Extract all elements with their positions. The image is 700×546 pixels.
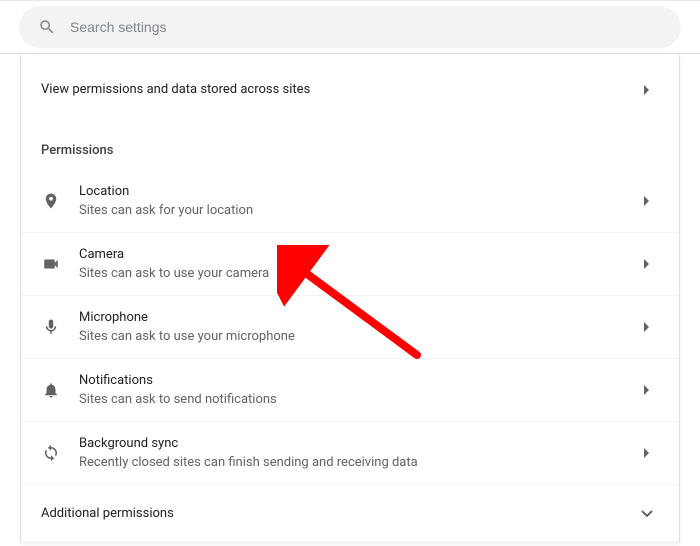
search-input[interactable] xyxy=(70,19,662,35)
permission-notifications[interactable]: Notifications Sites can ask to send noti… xyxy=(21,358,679,421)
chevron-right-icon xyxy=(635,85,659,95)
permission-camera[interactable]: Camera Sites can ask to use your camera xyxy=(21,232,679,295)
view-all-sites-label: View permissions and data stored across … xyxy=(41,82,635,97)
permission-background-sync[interactable]: Background sync Recently closed sites ca… xyxy=(21,421,679,484)
chevron-right-icon xyxy=(635,448,659,458)
permissions-header: Permissions xyxy=(21,125,679,169)
permission-sub: Recently closed sites can finish sending… xyxy=(79,455,635,470)
search-bar xyxy=(0,0,700,54)
chevron-right-icon xyxy=(635,196,659,206)
permission-title: Background sync xyxy=(79,436,635,451)
permission-title: Location xyxy=(79,184,635,199)
chevron-right-icon xyxy=(635,385,659,395)
permission-location[interactable]: Location Sites can ask for your location xyxy=(21,169,679,232)
location-icon xyxy=(35,192,67,210)
sync-icon xyxy=(35,444,67,462)
permission-sub: Sites can ask to use your microphone xyxy=(79,329,635,344)
camera-icon xyxy=(35,255,67,273)
permission-sub: Sites can ask for your location xyxy=(79,203,635,218)
chevron-down-icon xyxy=(635,510,659,518)
additional-permissions-label: Additional permissions xyxy=(41,506,635,521)
permission-title: Microphone xyxy=(79,310,635,325)
chevron-right-icon xyxy=(635,259,659,269)
permission-title: Camera xyxy=(79,247,635,262)
permissions-list: Location Sites can ask for your location… xyxy=(21,169,679,484)
permission-sub: Sites can ask to use your camera xyxy=(79,266,635,281)
permission-title: Notifications xyxy=(79,373,635,388)
bell-icon xyxy=(35,381,67,399)
search-icon xyxy=(38,18,56,36)
additional-permissions-row[interactable]: Additional permissions xyxy=(21,484,679,542)
permission-sub: Sites can ask to send notifications xyxy=(79,392,635,407)
view-all-sites-row[interactable]: View permissions and data stored across … xyxy=(21,55,679,125)
microphone-icon xyxy=(35,318,67,336)
permission-microphone[interactable]: Microphone Sites can ask to use your mic… xyxy=(21,295,679,358)
chevron-right-icon xyxy=(635,322,659,332)
search-pill[interactable] xyxy=(20,7,680,47)
site-settings-card: View permissions and data stored across … xyxy=(20,55,680,543)
